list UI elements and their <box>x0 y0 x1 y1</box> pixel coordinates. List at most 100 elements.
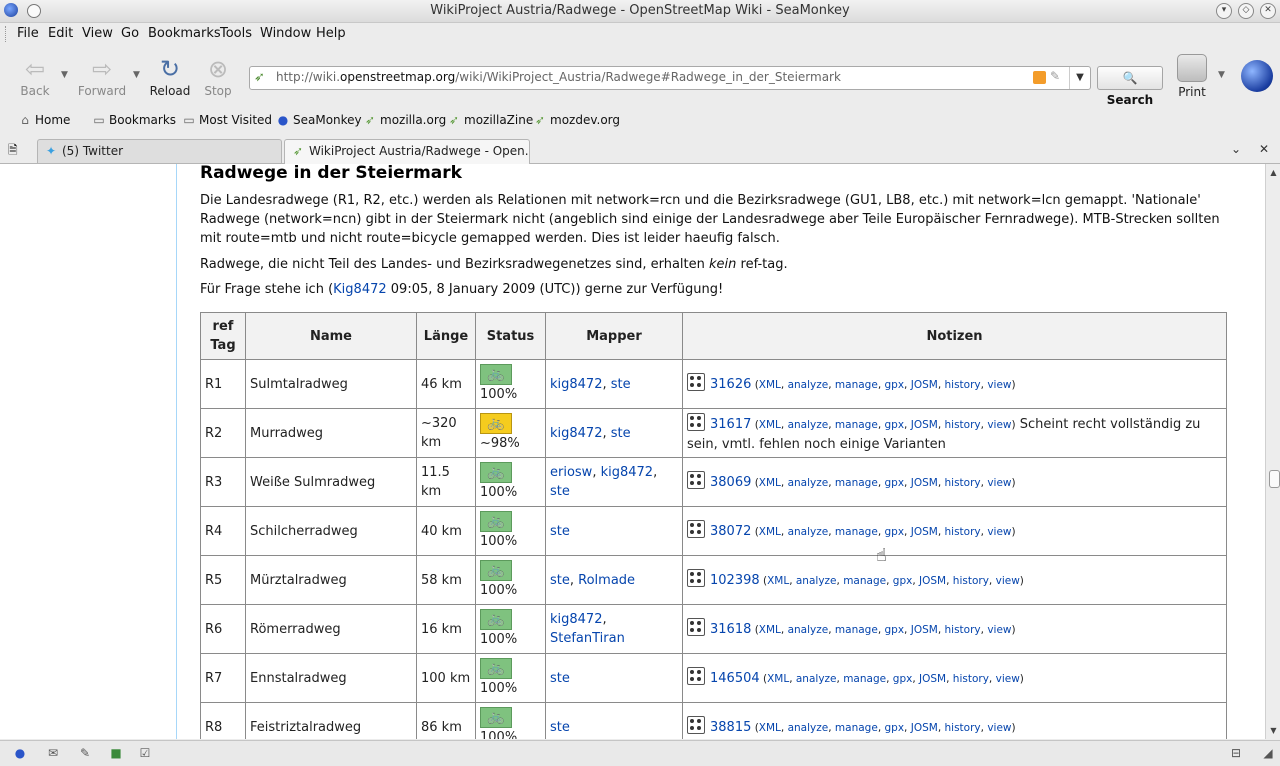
tool-link-history[interactable]: history <box>953 673 989 685</box>
relation-id-link[interactable]: 38072 <box>710 524 751 539</box>
menu-go[interactable]: Go <box>121 26 139 41</box>
back-button[interactable]: ⇦ Back <box>5 52 65 98</box>
url-history-dropdown[interactable]: ▼ <box>1069 67 1090 89</box>
tool-link-view[interactable]: view <box>987 722 1011 734</box>
mapper-link[interactable]: kig8472 <box>550 377 602 392</box>
scroll-up-arrow-icon[interactable]: ▲ <box>1268 167 1279 178</box>
mapper-link[interactable]: StefanTiran <box>550 631 625 646</box>
mapper-link[interactable]: Rolmade <box>578 573 635 588</box>
relation-icon[interactable] <box>687 569 705 587</box>
bookmark-most-visited[interactable]: ▭ Most Visited <box>182 113 272 127</box>
new-tab-icon[interactable]: 🗎 <box>8 141 18 162</box>
tool-link-josm[interactable]: JOSM <box>919 575 946 587</box>
tool-link-xml[interactable]: XML <box>759 722 781 734</box>
tool-link-analyze[interactable]: analyze <box>788 526 829 538</box>
tool-link-history[interactable]: history <box>945 477 981 489</box>
bookmark-seamonkey[interactable]: ● SeaMonkey <box>276 113 362 127</box>
scrollbar-thumb[interactable] <box>1269 470 1280 488</box>
tool-link-josm[interactable]: JOSM <box>911 722 938 734</box>
tool-link-analyze[interactable]: analyze <box>788 624 829 636</box>
tool-link-view[interactable]: view <box>987 526 1011 538</box>
relation-icon[interactable] <box>687 471 705 489</box>
tool-link-analyze[interactable]: analyze <box>788 477 829 489</box>
tool-link-manage[interactable]: manage <box>835 419 878 431</box>
print-button[interactable]: Print <box>1170 54 1214 99</box>
throbber-icon[interactable] <box>1241 60 1273 92</box>
minimize-button[interactable]: ▾ <box>1216 3 1232 19</box>
tool-link-josm[interactable]: JOSM <box>911 419 938 431</box>
relation-id-link[interactable]: 146504 <box>710 671 760 686</box>
mapper-link[interactable]: ste <box>550 573 570 588</box>
tool-link-josm[interactable]: JOSM <box>919 673 946 685</box>
tool-link-view[interactable]: view <box>987 379 1011 391</box>
menu-help[interactable]: Help <box>316 26 346 41</box>
mapper-link[interactable]: ste <box>550 671 570 686</box>
bookmark-home[interactable]: ⌂ Home <box>18 113 70 127</box>
forward-button[interactable]: ⇨ Forward <box>72 52 132 98</box>
tool-link-analyze[interactable]: analyze <box>788 419 829 431</box>
tool-link-josm[interactable]: JOSM <box>911 477 938 489</box>
relation-id-link[interactable]: 102398 <box>710 573 760 588</box>
tool-link-manage[interactable]: manage <box>843 575 886 587</box>
site-identity-icon[interactable]: ➶ <box>254 70 270 86</box>
tool-link-view[interactable]: view <box>987 477 1011 489</box>
toolbar-grip[interactable] <box>5 26 9 42</box>
tool-link-manage[interactable]: manage <box>843 673 886 685</box>
mapper-link[interactable]: ste <box>550 720 570 735</box>
address-book-icon[interactable]: ☑ <box>137 746 153 760</box>
tool-link-view[interactable]: view <box>987 624 1011 636</box>
menu-file[interactable]: File <box>17 26 39 41</box>
tool-link-xml[interactable]: XML <box>759 419 781 431</box>
scroll-down-arrow-icon[interactable]: ▼ <box>1268 725 1279 736</box>
tool-link-gpx[interactable]: gpx <box>885 722 905 734</box>
tool-link-josm[interactable]: JOSM <box>911 624 938 636</box>
tool-link-xml[interactable]: XML <box>759 526 781 538</box>
tool-link-gpx[interactable]: gpx <box>893 575 913 587</box>
tool-link-view[interactable]: view <box>996 673 1020 685</box>
forward-history-dropdown[interactable]: ▼ <box>133 70 140 80</box>
menu-view[interactable]: View <box>82 26 113 41</box>
stop-button[interactable]: ⊗ Stop <box>188 52 248 98</box>
menu-bookmarks[interactable]: Bookmarks <box>148 26 221 41</box>
mapper-link[interactable]: ste <box>550 524 570 539</box>
tool-link-history[interactable]: history <box>945 722 981 734</box>
search-button[interactable]: 🔍 Search <box>1097 66 1163 107</box>
user-link-kig8472[interactable]: Kig8472 <box>333 282 386 297</box>
tab-list-dropdown[interactable]: ⌄ <box>1231 142 1241 156</box>
relation-icon[interactable] <box>687 373 705 391</box>
tab-wikiproject-radwege[interactable]: ➶ WikiProject Austria/Radwege - Open... <box>284 139 530 164</box>
tool-link-analyze[interactable]: analyze <box>796 575 837 587</box>
tool-link-analyze[interactable]: analyze <box>788 379 829 391</box>
tool-link-manage[interactable]: manage <box>835 624 878 636</box>
navigator-icon[interactable]: ● <box>12 746 28 760</box>
menu-tools[interactable]: Tools <box>220 26 252 41</box>
tool-link-gpx[interactable]: gpx <box>885 379 905 391</box>
relation-icon[interactable] <box>687 618 705 636</box>
tool-link-gpx[interactable]: gpx <box>885 624 905 636</box>
tool-link-xml[interactable]: XML <box>759 379 781 391</box>
url-text[interactable]: http://wiki.openstreetmap.org/wiki/WikiP… <box>276 70 841 84</box>
tool-link-josm[interactable]: JOSM <box>911 526 938 538</box>
tool-link-xml[interactable]: XML <box>759 477 781 489</box>
tool-link-xml[interactable]: XML <box>767 575 789 587</box>
close-tab-button[interactable]: ✕ <box>1259 142 1269 156</box>
tool-link-history[interactable]: history <box>945 624 981 636</box>
bookmark-mozilla-org[interactable]: ➶ mozilla.org <box>363 113 446 127</box>
tool-link-manage[interactable]: manage <box>835 722 878 734</box>
relation-icon[interactable] <box>687 412 705 431</box>
relation-icon[interactable] <box>687 716 705 734</box>
bookmark-mozdev-org[interactable]: ➶ mozdev.org <box>533 113 620 127</box>
tool-link-history[interactable]: history <box>945 379 981 391</box>
mail-icon[interactable]: ✉ <box>45 746 61 760</box>
tool-link-manage[interactable]: manage <box>835 477 878 489</box>
menu-edit[interactable]: Edit <box>48 26 73 41</box>
back-history-dropdown[interactable]: ▼ <box>61 70 68 80</box>
mapper-link[interactable]: ste <box>611 426 631 441</box>
tool-link-history[interactable]: history <box>945 419 981 431</box>
tool-link-manage[interactable]: manage <box>835 526 878 538</box>
mapper-link[interactable]: ste <box>611 377 631 392</box>
maximize-button[interactable]: ◇ <box>1238 3 1254 19</box>
menu-window[interactable]: Window <box>260 26 311 41</box>
mapper-link[interactable]: kig8472 <box>550 426 602 441</box>
chatzilla-icon[interactable]: ■ <box>108 746 124 760</box>
